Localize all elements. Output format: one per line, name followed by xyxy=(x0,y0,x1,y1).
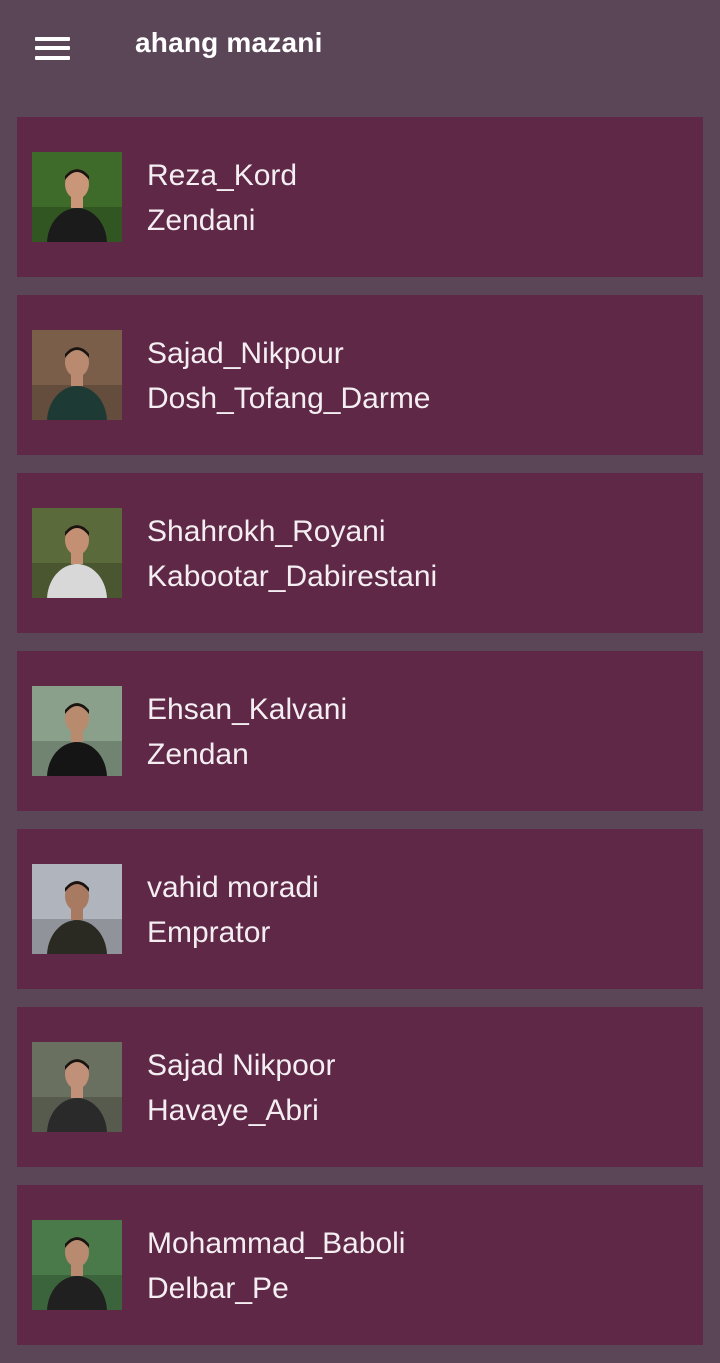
artist-name: Mohammad_Baboli xyxy=(147,1227,406,1260)
artist-name: Sajad_Nikpour xyxy=(147,337,344,370)
song-info: Reza_Kord Zendani xyxy=(147,153,297,243)
song-card[interactable]: Mohammad_Baboli Delbar_Pe xyxy=(17,1185,703,1345)
song-list: Reza_Kord Zendani Sajad_Nikpour Dosh_Tofang… xyxy=(17,117,703,1363)
song-title: Kabootar_Dabirestani xyxy=(147,560,438,593)
artist-name: Shahrokh_Royani xyxy=(147,515,386,548)
artist-name: Reza_Kord xyxy=(147,159,298,192)
artist-thumbnail xyxy=(32,508,122,598)
app-bar: ahang mazani xyxy=(0,0,720,94)
song-title: Dosh_Tofang_Darme xyxy=(147,382,431,415)
song-info: vahid moradi Emprator xyxy=(147,865,319,955)
song-card[interactable]: Sajad_Nikpour Dosh_Tofang_Darme xyxy=(17,295,703,455)
song-title: Delbar_Pe xyxy=(147,1272,289,1305)
song-card[interactable]: Sajad Nikpoor Havaye_Abri xyxy=(17,1007,703,1167)
artist-thumbnail xyxy=(32,686,122,776)
song-title: Zendan xyxy=(147,738,249,771)
artist-thumbnail xyxy=(32,152,122,242)
song-info: Sajad Nikpoor Havaye_Abri xyxy=(147,1043,335,1133)
song-info: Shahrokh_Royani Kabootar_Dabirestani xyxy=(147,509,437,599)
artist-thumbnail xyxy=(32,1042,122,1132)
song-info: Sajad_Nikpour Dosh_Tofang_Darme xyxy=(147,331,431,421)
app-title: ahang mazani xyxy=(135,27,323,58)
song-info: Mohammad_Baboli Delbar_Pe xyxy=(147,1221,405,1311)
artist-name: Ehsan_Kalvani xyxy=(147,693,348,726)
artist-thumbnail xyxy=(32,864,122,954)
song-card[interactable]: vahid moradi Emprator xyxy=(17,829,703,989)
artist-thumbnail xyxy=(32,330,122,420)
song-title: Emprator xyxy=(147,916,271,949)
song-card[interactable]: Reza_Kord Zendani xyxy=(17,117,703,277)
menu-line xyxy=(35,46,70,50)
song-title: Zendani xyxy=(147,204,256,237)
artist-thumbnail xyxy=(32,1220,122,1310)
menu-line xyxy=(35,37,70,41)
hamburger-menu-icon[interactable] xyxy=(22,22,82,74)
song-info: Ehsan_Kalvani Zendan xyxy=(147,687,347,777)
artist-name: Sajad Nikpoor xyxy=(147,1049,336,1082)
song-title: Havaye_Abri xyxy=(147,1094,319,1127)
song-card[interactable]: Shahrokh_Royani Kabootar_Dabirestani xyxy=(17,473,703,633)
artist-name: vahid moradi xyxy=(147,871,319,904)
song-card[interactable]: Ehsan_Kalvani Zendan xyxy=(17,651,703,811)
menu-line xyxy=(35,56,70,60)
